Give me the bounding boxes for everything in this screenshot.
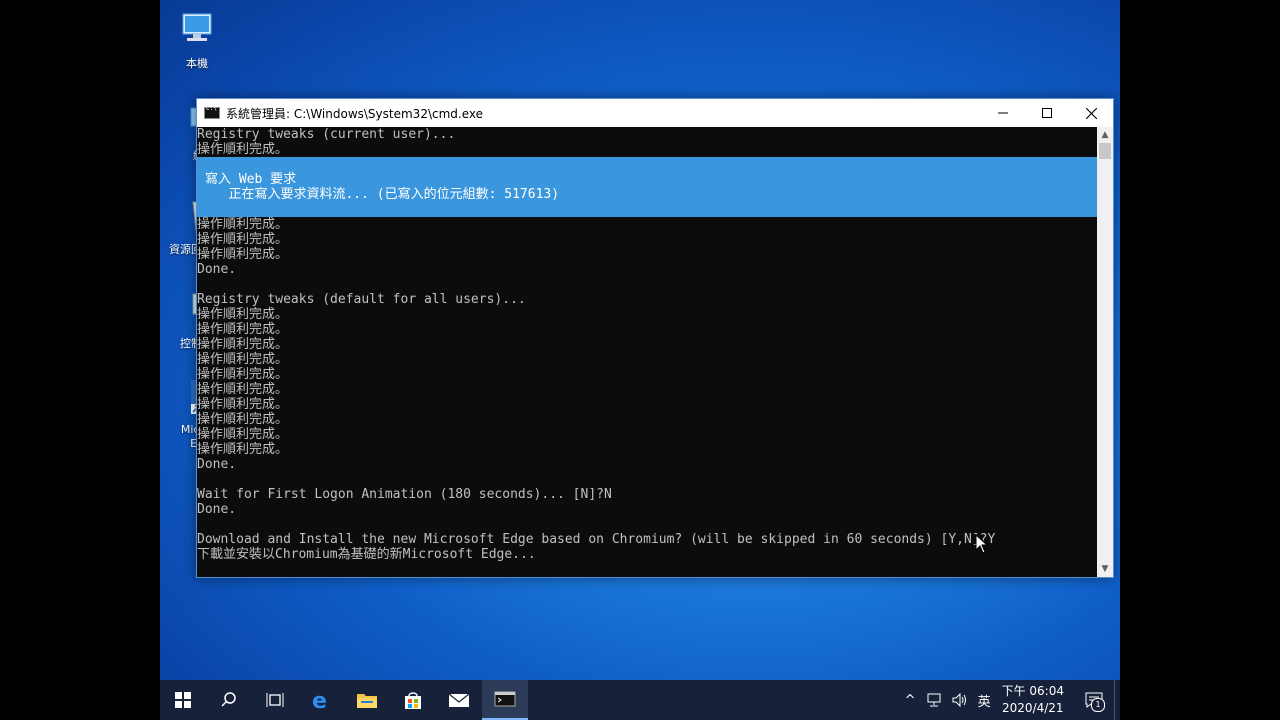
console-line: 操作順利完成。 [197,322,289,337]
console-line: Registry tweaks (current user)... [197,127,456,142]
console-line: Registry tweaks (default for all users).… [197,292,526,307]
taskbar-store-button[interactable] [390,680,436,720]
notification-count-badge: 1 [1091,698,1105,712]
console-line: 操作順利完成。 [197,247,289,262]
console-line: Wait for First Logon Animation (180 seco… [197,487,612,502]
console-line: 操作順利完成。 [197,307,289,322]
mail-icon [448,693,470,707]
volume-icon[interactable] [952,693,968,707]
clock[interactable]: 下午 06:04 2020/4/21 [1002,683,1064,717]
file-explorer-icon [357,694,377,708]
show-desktop-button[interactable] [1114,680,1120,720]
console-line: 操作順利完成。 [197,397,289,412]
mouse-pointer-icon [975,534,989,554]
progress-title: 寫入 Web 要求 [205,172,297,187]
clock-time: 下午 06:04 [1001,684,1064,698]
taskbar-file-explorer-button[interactable] [344,680,390,720]
scroll-down-arrow-icon[interactable]: ▼ [1097,561,1113,577]
store-icon [405,692,421,709]
console-line: Done. [197,457,237,472]
desktop-icon-label: 本機 [186,57,208,70]
cmd-icon [204,105,220,119]
minimize-icon [998,112,1008,114]
maximize-button[interactable] [1025,99,1069,127]
cmd-window[interactable]: 系統管理員: C:\Windows\System32\cmd.exe Regis… [196,98,1114,578]
console-line: 操作順利完成。 [197,352,289,367]
this-pc-icon [182,13,212,41]
close-button[interactable] [1069,99,1113,127]
taskbar-mail-button[interactable] [436,680,482,720]
minimize-button[interactable] [981,99,1025,127]
start-icon [175,692,191,708]
progress-status: 正在寫入要求資料流... (已寫入的位元組數: 517613) [205,187,560,202]
show-hidden-icons-chevron-icon[interactable]: ^ [905,693,916,708]
console-line: 操作順利完成。 [197,232,289,247]
desktop-icon-this-pc[interactable]: 本機 [162,10,232,71]
system-tray: ^ 英 下午 06:04 2020/4/21 1 [900,680,1120,720]
window-title: 系統管理員: C:\Windows\System32\cmd.exe [226,106,483,121]
cmd-taskbar-icon [494,691,516,707]
console-line: 操作順利完成。 [197,217,289,232]
action-center-button[interactable]: 1 [1074,680,1114,720]
svg-text:e: e [312,689,327,711]
console-line: Done. [197,262,237,277]
scrollbar-thumb[interactable] [1099,143,1111,159]
taskbar: e ^ 英 下午 06:04 2020/4/21 1 [160,680,1120,720]
clock-date: 2020/4/21 [1002,701,1064,715]
window-titlebar[interactable]: 系統管理員: C:\Windows\System32\cmd.exe [197,99,1113,127]
console-line: 操作順利完成。 [197,382,289,397]
search-button[interactable] [206,680,252,720]
console-line: 操作順利完成。 [197,412,289,427]
console-line: 下載並安裝以Chromium為基礎的新Microsoft Edge... [197,547,536,562]
console-line: Done. [197,502,237,517]
console-line: Download and Install the new Microsoft E… [197,532,996,547]
vertical-scrollbar[interactable]: ▲ ▼ [1097,127,1113,577]
task-view-icon [266,693,284,707]
close-icon [1085,107,1097,119]
task-view-button[interactable] [252,680,298,720]
web-request-progress: 寫入 Web 要求 正在寫入要求資料流... (已寫入的位元組數: 517613… [197,157,1097,217]
console-line: 操作順利完成。 [197,142,289,157]
search-icon [221,692,236,707]
taskbar-cmd-button[interactable] [482,680,528,720]
input-language-indicator[interactable]: 英 [978,691,991,710]
console-line: 操作順利完成。 [197,367,289,382]
edge-icon: e [312,689,327,711]
console-line: 操作順利完成。 [197,442,289,457]
network-status-icon[interactable] [926,693,942,707]
console-line: 操作順利完成。 [197,337,289,352]
scroll-up-arrow-icon[interactable]: ▲ [1097,127,1113,143]
console-line: 操作順利完成。 [197,427,289,442]
taskbar-edge-button[interactable]: e [298,680,344,720]
start-button[interactable] [160,680,206,720]
maximize-icon [1042,108,1052,118]
